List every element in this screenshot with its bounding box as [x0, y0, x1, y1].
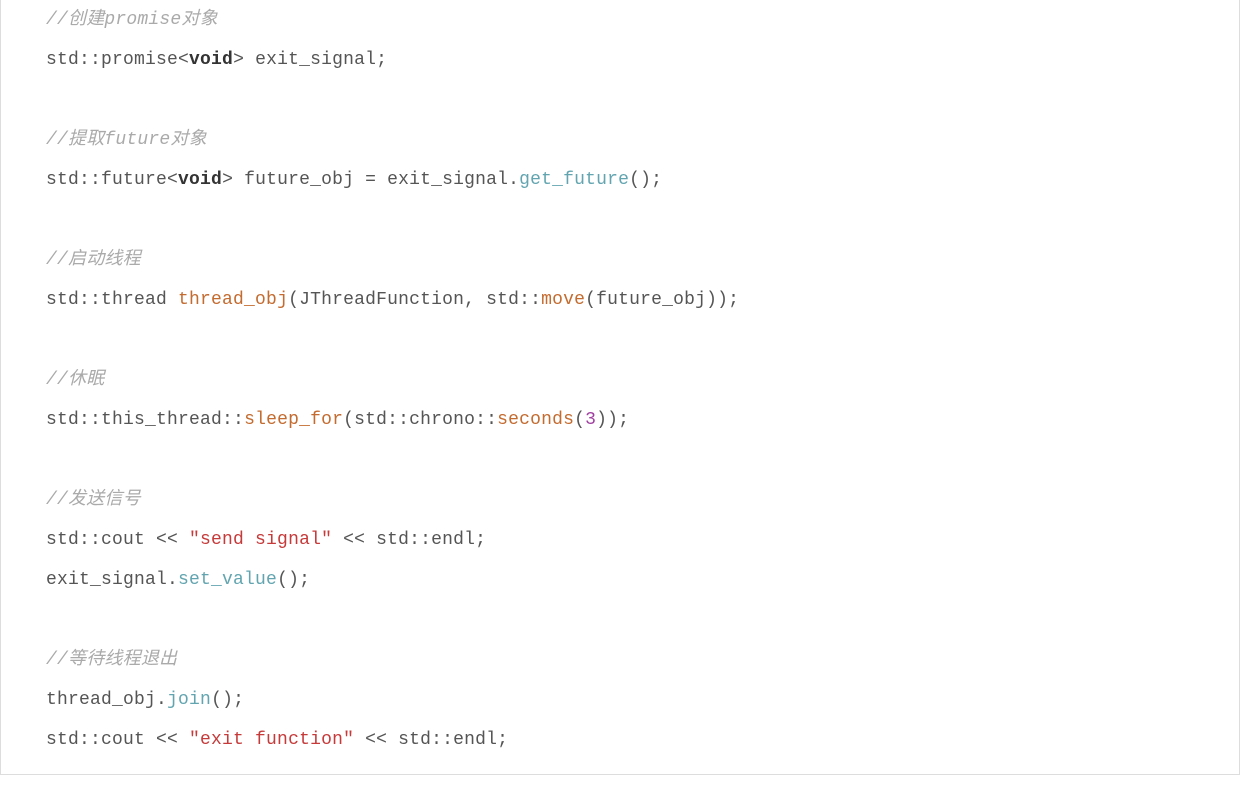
code-line: std::cout << "exit function" << std::end… [13, 720, 1227, 760]
code-line: //发送信号 [13, 480, 1227, 520]
code-token: void [178, 170, 222, 190]
code-token: //创建promise对象 [46, 10, 218, 30]
code-line: //提取future对象 [13, 120, 1227, 160]
code-token: get_future [519, 170, 629, 190]
code-token: join [167, 690, 211, 710]
code-token: << std::endl; [354, 730, 508, 750]
code-token: (std::chrono:: [343, 410, 497, 430]
code-token: set_value [178, 570, 277, 590]
code-line: std::future<void> future_obj = exit_sign… [13, 160, 1227, 200]
code-line: //启动线程 [13, 240, 1227, 280]
code-token: //等待线程退出 [46, 650, 177, 670]
code-line: std::promise<void> exit_signal; [13, 40, 1227, 80]
code-line: std::thread thread_obj(JThreadFunction, … [13, 280, 1227, 320]
code-token: << std::endl; [332, 530, 486, 550]
code-line: exit_signal.set_value(); [13, 560, 1227, 600]
code-line: std::this_thread::sleep_for(std::chrono:… [13, 400, 1227, 440]
code-token: )); [596, 410, 629, 430]
code-token: > future_obj = exit_signal. [222, 170, 519, 190]
code-token: (future_obj)); [585, 290, 739, 310]
code-token: std::this_thread:: [46, 410, 244, 430]
code-token: "exit function" [189, 730, 354, 750]
code-token: //休眠 [46, 370, 104, 390]
code-token: sleep_for [244, 410, 343, 430]
code-line [13, 320, 1227, 360]
code-token: std::thread [46, 290, 178, 310]
code-token: std::cout << [46, 530, 189, 550]
code-token: (JThreadFunction, std:: [288, 290, 541, 310]
code-token: //提取future对象 [46, 130, 207, 150]
code-token: thread_obj [178, 290, 288, 310]
code-token: ( [574, 410, 585, 430]
code-line: //等待线程退出 [13, 640, 1227, 680]
code-token: std::promise< [46, 50, 189, 70]
code-token: exit_signal. [46, 570, 178, 590]
code-line: thread_obj.join(); [13, 680, 1227, 720]
code-token: std::cout << [46, 730, 189, 750]
code-line: //休眠 [13, 360, 1227, 400]
code-line [13, 200, 1227, 240]
code-token: (); [629, 170, 662, 190]
code-token: //启动线程 [46, 250, 141, 270]
code-token: seconds [497, 410, 574, 430]
code-line [13, 600, 1227, 640]
code-token: thread_obj. [46, 690, 167, 710]
code-line: //创建promise对象 [13, 0, 1227, 40]
code-line [13, 440, 1227, 480]
code-token: (); [211, 690, 244, 710]
code-token: move [541, 290, 585, 310]
code-token: > exit_signal; [233, 50, 387, 70]
code-line: std::cout << "send signal" << std::endl; [13, 520, 1227, 560]
code-block: //创建promise对象 std::promise<void> exit_si… [0, 0, 1240, 775]
code-line [13, 80, 1227, 120]
code-token: "send signal" [189, 530, 332, 550]
code-token: //发送信号 [46, 490, 141, 510]
code-token: void [189, 50, 233, 70]
code-token: std::future< [46, 170, 178, 190]
code-token: 3 [585, 410, 596, 430]
code-token: (); [277, 570, 310, 590]
